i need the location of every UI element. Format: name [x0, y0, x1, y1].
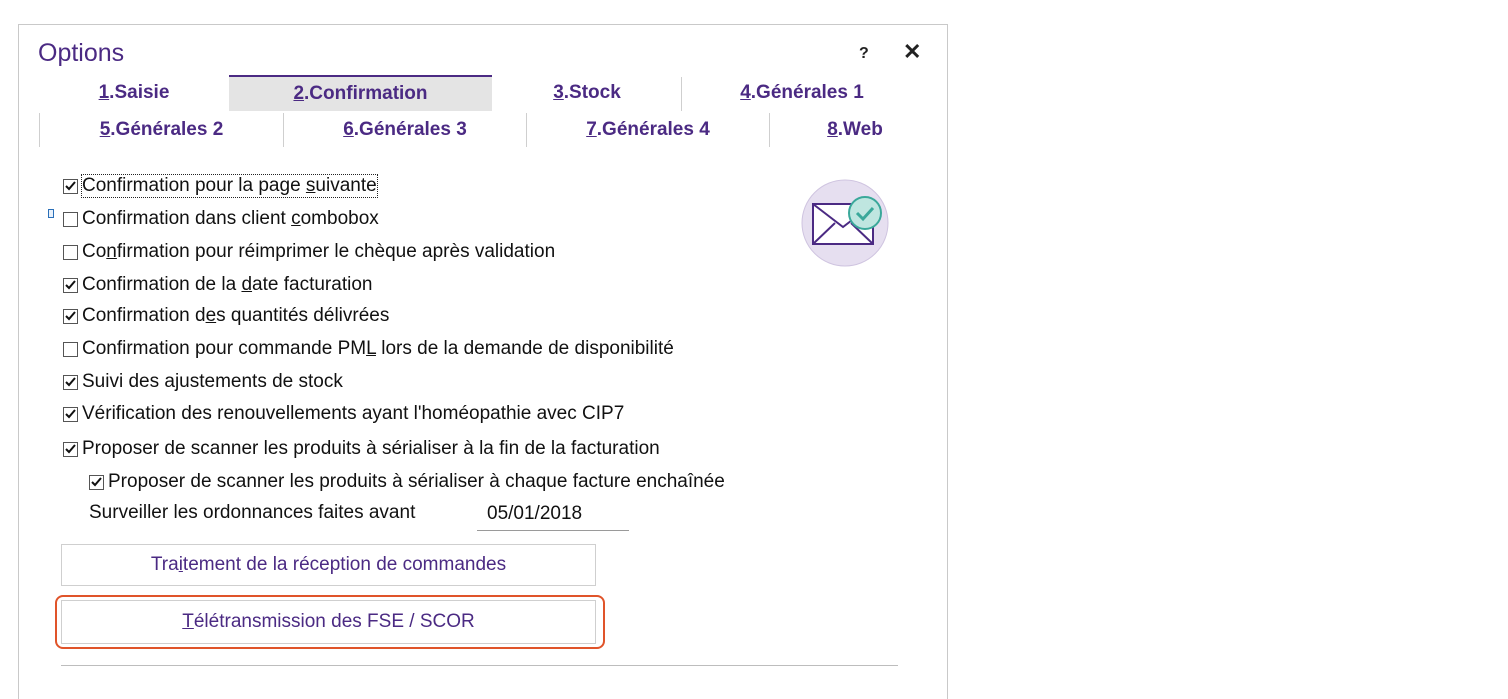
dialog-title: Options [38, 39, 125, 67]
tab-label: .Générales 2 [110, 119, 224, 140]
option-label: Confirmation de la date facturation [82, 274, 373, 295]
tab-label: .Stock [563, 82, 621, 103]
surveiller-label: Surveiller les ordonnances faites avant [89, 502, 416, 523]
checkbox[interactable] [63, 406, 78, 422]
tab-label: .Web [837, 119, 883, 140]
tab-accel: 8 [827, 119, 838, 140]
option-label: Proposer de scanner les produits à séria… [108, 471, 725, 492]
option-page-suivante[interactable]: Confirmation pour la page suivante [63, 173, 378, 199]
tab-accel: 3 [553, 82, 564, 103]
option-scanner-fin-facturation[interactable]: Proposer de scanner les produits à séria… [63, 436, 660, 462]
tab-generales-1[interactable]: 4 .Générales 1 [682, 75, 922, 111]
option-label: Confirmation dans client combobox [82, 208, 379, 229]
tab-stock[interactable]: 3 .Stock [492, 75, 682, 111]
tab-accel: 6 [343, 119, 354, 140]
option-date-facturation[interactable]: Confirmation de la date facturation [63, 272, 372, 298]
divider [61, 665, 898, 666]
options-dialog: Options ? ✕ 1 .Saisie 2 .Confirmation 3 .St… [18, 24, 948, 699]
tab-label: .Saisie [109, 82, 170, 103]
checkbox[interactable] [63, 441, 78, 457]
reception-commandes-button[interactable]: Tra i tement de la réception de commandes [61, 544, 596, 586]
tab-confirmation[interactable]: 2 .Confirmation [229, 75, 492, 111]
option-label: Confirmation pour la page suivante [81, 174, 378, 198]
option-homeopathie-cip7[interactable]: Vérification des renouvellements ayant l… [63, 401, 624, 427]
tab-generales-2[interactable]: 5 .Générales 2 [40, 112, 283, 148]
option-commande-pml[interactable]: Confirmation pour commande PML lors de l… [63, 336, 674, 362]
tab-accel: 5 [99, 119, 111, 140]
checkbox[interactable] [63, 374, 78, 390]
checkbox[interactable] [63, 341, 78, 357]
tab-saisie[interactable]: 1 .Saisie [39, 75, 229, 111]
option-label: Confirmation des quantités délivrées [82, 305, 390, 326]
option-label: Confirmation pour commande PML lors de l… [82, 338, 674, 359]
tab-accel: 1 [98, 82, 110, 103]
option-label: Vérification des renouvellements ayant l… [82, 403, 625, 424]
option-quantites-delivrees[interactable]: Confirmation des quantités délivrées [63, 303, 389, 329]
envelope-check-icon [799, 177, 891, 274]
tab-generales-4[interactable]: 7 .Générales 4 [527, 112, 769, 148]
option-label: Confirmation pour réimprimer le chèque a… [82, 241, 556, 262]
tab-label: .Confirmation [304, 83, 428, 104]
option-label: Suivi des ajustements de stock [82, 371, 343, 392]
checkbox[interactable] [63, 308, 78, 324]
tab-accel: 7 [586, 119, 597, 140]
tab-generales-3[interactable]: 6 .Générales 3 [284, 112, 526, 148]
surveiller-date-input[interactable] [477, 497, 629, 531]
option-scanner-facture-enchainee[interactable]: Proposer de scanner les produits à séria… [89, 469, 725, 495]
checkbox[interactable] [63, 277, 78, 293]
tab-label: .Générales 1 [750, 82, 864, 103]
checkbox[interactable] [63, 244, 78, 260]
option-label: Proposer de scanner les produits à séria… [82, 438, 660, 459]
tab-web[interactable]: 8 .Web [770, 112, 940, 148]
option-client-combobox[interactable]: Confirmation dans client combobox [63, 206, 379, 232]
option-reimprimer-cheque[interactable]: Confirmation pour réimprimer le chèque a… [63, 239, 555, 265]
tab-label: .Générales 3 [353, 119, 467, 140]
close-button[interactable]: ✕ [903, 41, 921, 63]
tab-accel: 2 [293, 83, 305, 104]
tab-accel: 4 [740, 82, 751, 103]
help-button[interactable]: ? [859, 45, 869, 63]
bookmark-icon [48, 209, 54, 218]
tab-label: .Générales 4 [596, 119, 710, 140]
teletransmission-button[interactable]: Télétransmission des FSE / SCOR [61, 600, 596, 644]
checkbox[interactable] [63, 211, 78, 227]
option-ajustements-stock[interactable]: Suivi des ajustements de stock [63, 369, 343, 395]
checkbox[interactable] [89, 474, 104, 490]
checkbox[interactable] [63, 178, 78, 194]
